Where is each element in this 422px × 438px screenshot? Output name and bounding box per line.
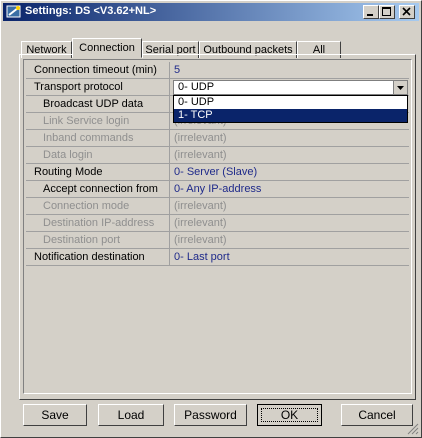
setting-value: (irrelevant) — [174, 149, 227, 161]
tab-connection[interactable]: Connection — [72, 38, 142, 58]
row-routing-mode[interactable]: Routing Mode 0- Server (Slave) — [26, 164, 409, 181]
setting-label: Inband commands — [26, 130, 170, 146]
row-data-login[interactable]: Data login (irrelevant) — [26, 147, 409, 164]
grid-empty-area — [169, 277, 170, 392]
setting-label: Connection mode — [26, 198, 170, 214]
close-button[interactable] — [399, 5, 415, 19]
row-destination-ip-address[interactable]: Destination IP-address (irrelevant) — [26, 215, 409, 232]
setting-value[interactable]: 0- Last port — [174, 249, 406, 265]
setting-label: Transport protocol — [26, 79, 170, 95]
resize-grip-icon[interactable] — [407, 423, 419, 435]
setting-label: Data login — [26, 147, 170, 163]
setting-value: (irrelevant) — [174, 132, 227, 144]
option-tcp[interactable]: 1- TCP — [174, 109, 407, 122]
setting-label: Destination IP-address — [26, 215, 170, 231]
maximize-icon — [382, 7, 391, 16]
row-connection-timeout[interactable]: Connection timeout (min) 5 — [26, 62, 409, 79]
settings-window: Settings: DS <V3.62+NL> Network Connecti… — [0, 0, 422, 438]
setting-value[interactable]: 0- Server (Slave) — [174, 164, 406, 180]
password-button[interactable]: Password — [174, 404, 247, 426]
setting-value: (irrelevant) — [174, 200, 227, 212]
save-button[interactable]: Save — [23, 404, 87, 426]
row-notification-destination[interactable]: Notification destination 0- Last port — [26, 249, 409, 266]
row-connection-mode[interactable]: Connection mode (irrelevant) — [26, 198, 409, 215]
setting-value: (irrelevant) — [174, 234, 227, 246]
minimize-icon — [367, 14, 373, 16]
setting-value[interactable]: 5 — [174, 62, 406, 78]
app-icon — [6, 4, 22, 20]
transport-protocol-list: 0- UDP 1- TCP — [173, 95, 408, 123]
option-udp[interactable]: 0- UDP — [174, 96, 407, 109]
setting-label: Destination port — [26, 232, 170, 248]
window-title: Settings: DS <V3.62+NL> — [25, 5, 157, 17]
row-accept-connection-from[interactable]: Accept connection from 0- Any IP-address — [26, 181, 409, 198]
maximize-button[interactable] — [379, 5, 395, 19]
cancel-button[interactable]: Cancel — [341, 404, 413, 426]
load-button[interactable]: Load — [98, 404, 164, 426]
dropdown-arrow-button[interactable] — [393, 81, 407, 94]
chevron-down-icon — [397, 86, 404, 90]
minimize-button[interactable] — [363, 5, 379, 19]
ok-button[interactable]: OK — [257, 404, 322, 426]
combo-value: 0- UDP — [178, 81, 215, 93]
row-destination-port[interactable]: Destination port (irrelevant) — [26, 232, 409, 249]
setting-value: (irrelevant) — [174, 217, 227, 229]
setting-label: Link Service login — [26, 113, 170, 129]
setting-label: Accept connection from — [26, 181, 170, 197]
setting-label: Routing Mode — [26, 164, 170, 180]
setting-value[interactable]: 0- Any IP-address — [174, 181, 406, 197]
close-icon — [402, 7, 411, 16]
setting-label: Broadcast UDP data — [26, 96, 170, 112]
title-bar[interactable]: Settings: DS <V3.62+NL> — [3, 3, 419, 21]
setting-label: Connection timeout (min) — [26, 62, 170, 78]
row-inband-commands[interactable]: Inband commands (irrelevant) — [26, 130, 409, 147]
setting-label: Notification destination — [26, 249, 170, 265]
transport-protocol-combo[interactable]: 0- UDP — [173, 80, 408, 95]
